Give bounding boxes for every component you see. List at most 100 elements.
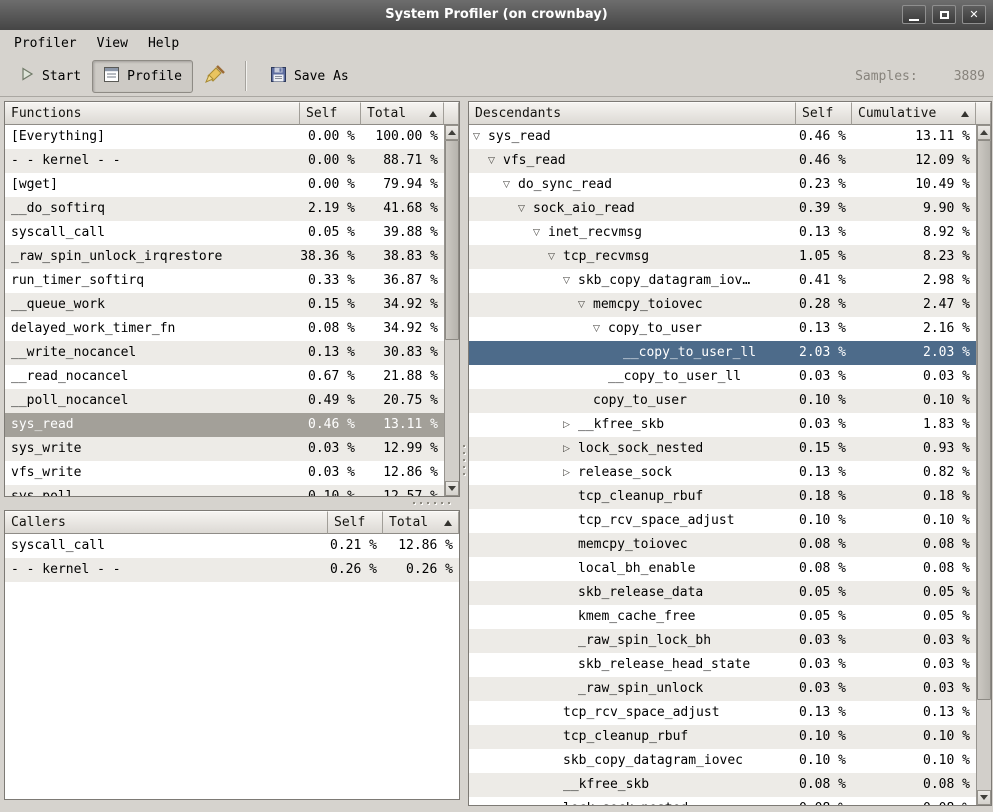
tree-expander-open-icon[interactable]: ▽ — [563, 269, 578, 293]
save-as-button[interactable]: Save As — [259, 60, 360, 93]
cell-name: ▽skb_copy_datagram_iov… — [469, 269, 796, 293]
table-row[interactable]: _raw_spin_unlock_irqrestore38.36 %38.83 … — [5, 245, 444, 269]
cell-cumulative: 0.03 % — [852, 629, 976, 653]
column-header-total[interactable]: Total — [383, 511, 459, 534]
table-row[interactable]: ▽copy_to_user0.13 %2.16 % — [469, 317, 976, 341]
table-row[interactable]: sys_poll0.10 %12.57 % — [5, 485, 444, 496]
cell-name: ▽vfs_read — [469, 149, 796, 173]
descendants-scrollbar[interactable] — [976, 125, 991, 805]
functions-scrollbar[interactable] — [444, 125, 459, 496]
table-row[interactable]: __do_softirq2.19 %41.68 % — [5, 197, 444, 221]
vertical-paned-handle[interactable] — [461, 97, 468, 812]
table-row[interactable]: sys_write0.03 %12.99 % — [5, 437, 444, 461]
tree-expander-open-icon[interactable]: ▽ — [488, 149, 503, 173]
column-header-total[interactable]: Total — [361, 102, 444, 125]
table-row[interactable]: ▷__kfree_skb0.03 %1.83 % — [469, 413, 976, 437]
column-header-self[interactable]: Self — [796, 102, 852, 125]
table-row[interactable]: local_bh_enable0.08 %0.08 % — [469, 557, 976, 581]
table-row[interactable]: skb_release_data0.05 %0.05 % — [469, 581, 976, 605]
table-row[interactable]: [Everything]0.00 %100.00 % — [5, 125, 444, 149]
tree-expander-open-icon[interactable]: ▽ — [593, 317, 608, 341]
table-row[interactable]: sys_read0.46 %13.11 % — [5, 413, 444, 437]
tree-expander-closed-icon[interactable]: ▷ — [563, 461, 578, 485]
table-row[interactable]: vfs_write0.03 %12.86 % — [5, 461, 444, 485]
table-row[interactable]: skb_copy_datagram_iovec0.10 %0.10 % — [469, 749, 976, 773]
table-row[interactable]: _raw_spin_unlock0.03 %0.03 % — [469, 677, 976, 701]
maximize-button[interactable] — [932, 5, 956, 24]
table-row[interactable]: - - kernel - -0.26 %0.26 % — [5, 558, 459, 582]
scroll-up-button[interactable] — [445, 125, 459, 140]
tree-expander-open-icon[interactable]: ▽ — [518, 197, 533, 221]
table-row[interactable]: ▽inet_recvmsg0.13 %8.92 % — [469, 221, 976, 245]
cell-cumulative: 0.08 % — [852, 797, 976, 805]
table-row[interactable]: [wget]0.00 %79.94 % — [5, 173, 444, 197]
scroll-down-button[interactable] — [977, 790, 991, 805]
table-row[interactable]: ▽vfs_read0.46 %12.09 % — [469, 149, 976, 173]
tree-expander-open-icon[interactable]: ▽ — [473, 125, 488, 149]
cell-name: [Everything] — [5, 125, 300, 149]
table-row[interactable]: ▷release_sock0.13 %0.82 % — [469, 461, 976, 485]
tree-expander-open-icon[interactable]: ▽ — [578, 293, 593, 317]
table-row[interactable]: lock_sock_nested0.08 %0.08 % — [469, 797, 976, 805]
column-header-label: Descendants — [475, 106, 561, 121]
column-header-callers[interactable]: Callers — [5, 511, 328, 534]
cell-text: __copy_to_user_ll — [608, 369, 741, 384]
table-row[interactable]: tcp_cleanup_rbuf0.10 %0.10 % — [469, 725, 976, 749]
minimize-button[interactable] — [902, 5, 926, 24]
start-button[interactable]: Start — [8, 60, 92, 93]
table-row[interactable]: ▽memcpy_toiovec0.28 %2.47 % — [469, 293, 976, 317]
column-header-label: Self — [306, 106, 337, 121]
cell-cumulative: 1.83 % — [852, 413, 976, 437]
menu-help[interactable]: Help — [138, 33, 189, 54]
tree-expander-closed-icon[interactable]: ▷ — [563, 413, 578, 437]
table-row[interactable]: __read_nocancel0.67 %21.88 % — [5, 365, 444, 389]
cell-text: lock_sock_nested — [563, 801, 688, 805]
table-row[interactable]: ▷lock_sock_nested0.15 %0.93 % — [469, 437, 976, 461]
table-row[interactable]: kmem_cache_free0.05 %0.05 % — [469, 605, 976, 629]
tree-expander-closed-icon[interactable]: ▷ — [563, 437, 578, 461]
table-row[interactable]: ▽tcp_recvmsg1.05 %8.23 % — [469, 245, 976, 269]
table-row[interactable]: __kfree_skb0.08 %0.08 % — [469, 773, 976, 797]
table-row[interactable]: ▽skb_copy_datagram_iov…0.41 %2.98 % — [469, 269, 976, 293]
scrollbar-thumb[interactable] — [977, 140, 991, 700]
menu-profiler[interactable]: Profiler — [4, 33, 87, 54]
titlebar[interactable]: System Profiler (on crownbay) ✕ — [0, 0, 993, 30]
table-row[interactable]: ▽do_sync_read0.23 %10.49 % — [469, 173, 976, 197]
tree-expander-open-icon[interactable]: ▽ — [548, 245, 563, 269]
tree-expander-open-icon[interactable]: ▽ — [533, 221, 548, 245]
profile-toggle-button[interactable]: Profile — [92, 60, 193, 93]
table-row[interactable]: memcpy_toiovec0.08 %0.08 % — [469, 533, 976, 557]
scroll-up-button[interactable] — [977, 125, 991, 140]
table-row[interactable]: ▽sys_read0.46 %13.11 % — [469, 125, 976, 149]
table-row[interactable]: ▽sock_aio_read0.39 %9.90 % — [469, 197, 976, 221]
table-row[interactable]: __queue_work0.15 %34.92 % — [5, 293, 444, 317]
table-row[interactable]: - - kernel - -0.00 %88.71 % — [5, 149, 444, 173]
table-row[interactable]: copy_to_user0.10 %0.10 % — [469, 389, 976, 413]
table-row[interactable]: _raw_spin_lock_bh0.03 %0.03 % — [469, 629, 976, 653]
column-header-cumulative[interactable]: Cumulative — [852, 102, 976, 125]
table-row[interactable]: tcp_rcv_space_adjust0.13 %0.13 % — [469, 701, 976, 725]
tree-expander-open-icon[interactable]: ▽ — [503, 173, 518, 197]
reset-profile-button[interactable] — [197, 60, 233, 93]
column-header-descendants[interactable]: Descendants — [469, 102, 796, 125]
table-row[interactable]: __copy_to_user_ll0.03 %0.03 % — [469, 365, 976, 389]
scroll-down-button[interactable] — [445, 481, 459, 496]
table-row[interactable]: syscall_call0.21 %12.86 % — [5, 534, 459, 558]
column-header-functions[interactable]: Functions — [5, 102, 300, 125]
table-row[interactable]: tcp_rcv_space_adjust0.10 %0.10 % — [469, 509, 976, 533]
horizontal-paned-handle[interactable] — [0, 497, 464, 510]
table-row[interactable]: delayed_work_timer_fn0.08 %34.92 % — [5, 317, 444, 341]
scrollbar-thumb[interactable] — [445, 140, 459, 340]
table-row[interactable]: syscall_call0.05 %39.88 % — [5, 221, 444, 245]
column-header-self[interactable]: Self — [300, 102, 361, 125]
table-row[interactable]: __copy_to_user_ll2.03 %2.03 % — [469, 341, 976, 365]
table-row[interactable]: run_timer_softirq0.33 %36.87 % — [5, 269, 444, 293]
close-button[interactable]: ✕ — [962, 5, 986, 24]
table-row[interactable]: __write_nocancel0.13 %30.83 % — [5, 341, 444, 365]
column-header-self[interactable]: Self — [328, 511, 383, 534]
table-row[interactable]: __poll_nocancel0.49 %20.75 % — [5, 389, 444, 413]
menu-view[interactable]: View — [87, 33, 138, 54]
table-row[interactable]: skb_release_head_state0.03 %0.03 % — [469, 653, 976, 677]
table-row[interactable]: tcp_cleanup_rbuf0.18 %0.18 % — [469, 485, 976, 509]
cell-total: 34.92 % — [361, 293, 444, 317]
